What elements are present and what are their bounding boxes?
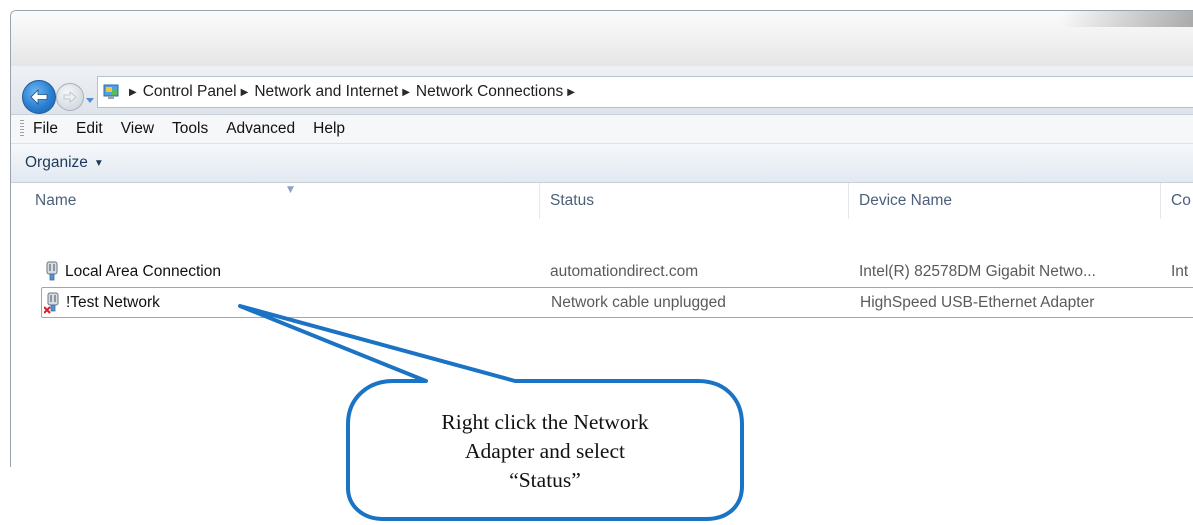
column-divider[interactable] [848,183,849,219]
breadcrumb-network-and-internet[interactable]: Network and Internet [254,83,398,101]
column-divider[interactable] [539,183,540,219]
column-header-device-name[interactable]: Device Name [859,183,952,219]
connection-status: automationdirect.com [550,262,699,280]
organize-button[interactable]: Organize ▼ [25,154,104,172]
menu-bar: File Edit View Tools Advanced Help [11,115,1193,144]
menu-edit[interactable]: Edit [76,120,103,138]
connection-name: !Test Network [66,293,160,311]
menu-grip [20,120,24,138]
command-bar: Organize ▼ [11,144,1193,183]
forward-button[interactable] [56,83,84,111]
explorer-window: ▶ Control Panel ▶ Network and Internet ▶… [10,10,1193,467]
chevron-down-icon: ▼ [93,157,104,169]
back-arrow-icon [30,89,48,105]
forward-arrow-icon [63,91,77,103]
column-header-extra[interactable]: Co [1171,183,1191,219]
connection-device: Intel(R) 82578DM Gigabit Netwo... [859,262,1096,280]
back-button[interactable] [22,80,56,114]
callout-line-1: Right click the Network [441,410,649,434]
network-adapter-disconnected-icon [44,292,59,314]
recent-pages-dropdown[interactable] [85,90,95,103]
title-bar-shade [1061,11,1193,27]
title-bar [11,11,1193,66]
list-item-selected[interactable]: !Test Network Network cable unplugged Hi… [41,287,1193,318]
menu-help[interactable]: Help [313,120,345,138]
column-header-name[interactable]: Name [35,183,76,219]
chevron-down-icon [86,98,94,103]
callout-text: Right click the Network Adapter and sele… [356,408,734,495]
menu-tools[interactable]: Tools [172,120,208,138]
column-divider[interactable] [1160,183,1161,219]
sort-arrow-icon: ▼ [287,185,294,195]
menu-advanced[interactable]: Advanced [226,120,295,138]
column-header-status[interactable]: Status [550,183,594,219]
list-item[interactable]: Local Area Connection automationdirect.c… [25,257,1193,286]
callout-line-3: “Status” [509,468,581,492]
address-bar-area: ▶ Control Panel ▶ Network and Internet ▶… [11,66,1193,115]
breadcrumb-network-connections[interactable]: Network Connections [416,83,563,101]
connection-status: Network cable unplugged [551,293,726,311]
breadcrumb-separator-icon[interactable]: ▶ [241,87,249,98]
connection-extra: Int [1171,262,1189,280]
breadcrumb-separator-icon[interactable]: ▶ [129,87,137,98]
connection-device: HighSpeed USB-Ethernet Adapter [860,293,1095,311]
menu-file[interactable]: File [33,120,58,138]
column-header: Name ▼ Status Device Name Co [11,183,1193,219]
network-adapter-icon [46,261,58,281]
breadcrumb-separator-icon[interactable]: ▶ [567,87,575,98]
menu-view[interactable]: View [121,120,154,138]
breadcrumb[interactable]: ▶ Control Panel ▶ Network and Internet ▶… [97,76,1193,108]
breadcrumb-control-panel[interactable]: Control Panel [143,83,237,101]
callout-line-2: Adapter and select [465,439,625,463]
connection-name: Local Area Connection [65,262,221,280]
organize-label: Organize [25,154,88,171]
breadcrumb-separator-icon[interactable]: ▶ [402,87,410,98]
control-panel-icon [103,83,121,101]
